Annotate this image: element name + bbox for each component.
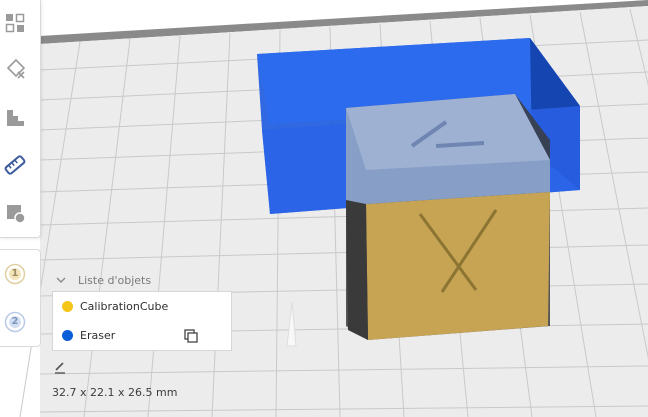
object-name: CalibrationCube xyxy=(80,300,169,313)
measure-icon[interactable] xyxy=(0,150,30,180)
list-item-eraser[interactable]: Eraser xyxy=(53,321,231,350)
arrange-icon[interactable] xyxy=(0,8,30,38)
extruder-color-dot xyxy=(62,330,73,341)
calibration-cube-model[interactable] xyxy=(346,94,550,340)
per-model-settings-icon[interactable] xyxy=(0,198,30,228)
extruder-1-button[interactable]: 1 xyxy=(4,263,26,285)
left-toolbar xyxy=(0,0,41,238)
3d-viewport[interactable] xyxy=(0,0,648,417)
extruder-1-number: 1 xyxy=(11,268,19,279)
object-name: Eraser xyxy=(80,329,116,342)
group-icon[interactable] xyxy=(184,329,198,343)
extruder-color-dot xyxy=(62,301,73,312)
extruder-2-button[interactable]: 2 xyxy=(4,311,26,333)
extruder-panel: 1 2 xyxy=(0,249,41,347)
model-dimensions: 32.7 x 22.1 x 26.5 mm xyxy=(52,386,178,399)
object-list-title: Liste d'objets xyxy=(78,273,152,287)
object-list-header[interactable]: Liste d'objets xyxy=(56,271,151,289)
list-item-calibration-cube[interactable]: CalibrationCube xyxy=(53,292,231,321)
support-blocker-icon[interactable] xyxy=(0,102,30,132)
edit-icon[interactable] xyxy=(53,361,67,375)
scale-icon[interactable] xyxy=(0,54,30,84)
extruder-2-number: 2 xyxy=(11,316,19,327)
chevron-down-icon xyxy=(56,277,66,283)
object-list: CalibrationCube Eraser xyxy=(52,291,232,351)
